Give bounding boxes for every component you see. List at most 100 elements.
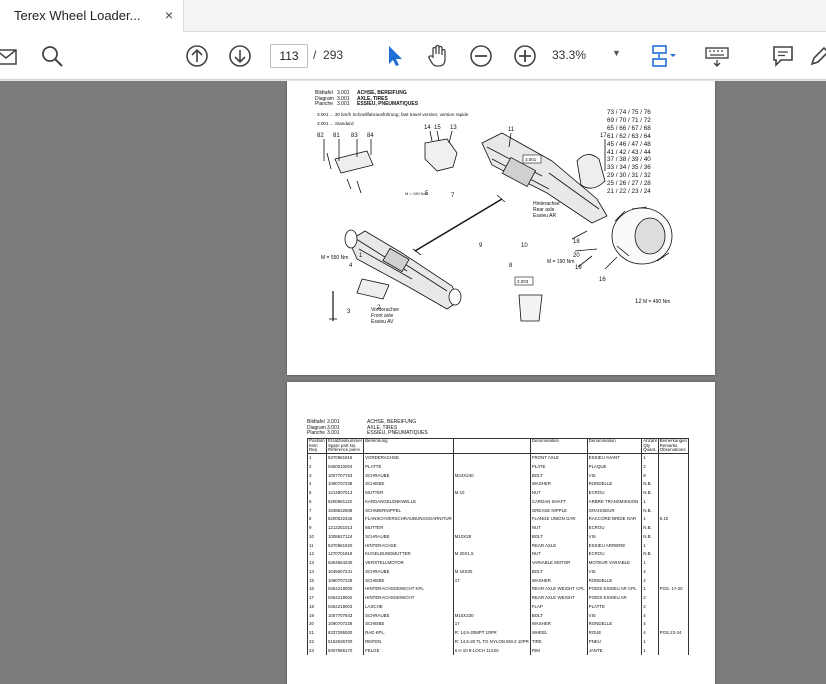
- table-cell: [452, 524, 531, 533]
- table-cell: 9: [307, 524, 327, 533]
- table-cell: VIS: [586, 567, 643, 577]
- close-tab-icon[interactable]: ×: [160, 6, 178, 24]
- document-viewer[interactable]: Bildtafel 3.001 ACHSE, BEREIFUNG Diagram 3.…: [0, 81, 826, 684]
- table-cell: SCHRAUBE: [363, 611, 454, 621]
- table-cell: [657, 646, 690, 656]
- table-cell: POS. 17-20: [657, 585, 690, 594]
- table-cell: 0450010004: [325, 462, 365, 472]
- table-cell: [657, 550, 690, 559]
- table-cell: 8: [641, 471, 659, 481]
- col-qty: Anzahl Qty Quant.: [641, 438, 659, 454]
- next-page-icon[interactable]: [226, 42, 254, 70]
- table-cell: RONDELLE: [586, 576, 643, 586]
- table-cell: WASHER: [529, 576, 588, 586]
- document-tab[interactable]: Terex Wheel Loader... ×: [0, 0, 184, 32]
- table-cell: 5354664240: [325, 559, 365, 568]
- table-cell: 1270701918: [325, 550, 365, 559]
- mail-icon[interactable]: [0, 42, 22, 70]
- table-cell: 6337295000: [325, 629, 365, 638]
- callout-81: 81: [333, 133, 340, 139]
- table-cell: 1007707843: [325, 611, 365, 621]
- table-cell: MUTTER: [363, 524, 454, 533]
- table-cell: 1214907013: [325, 489, 365, 498]
- table-cell: MOTEUR VARIABLE: [586, 559, 643, 568]
- table-row: 19 1007707843 SCHRAUBE M16X230 BOLT VIS 4: [307, 611, 690, 621]
- table-cell: 4: [641, 629, 659, 638]
- table-cell: SCHMIERNIPPEL: [363, 506, 454, 516]
- table-cell: [657, 594, 690, 603]
- table-cell: ECROU: [586, 550, 643, 559]
- table-cell: [452, 462, 531, 472]
- table-cell: [657, 541, 690, 551]
- table-cell: WHEEL: [529, 629, 588, 638]
- parts-header: Bildtafel 3.001 ACHSE, BEREIFUNG Diagram3.…: [307, 419, 428, 437]
- table-cell: 2: [307, 462, 327, 472]
- zoom-level[interactable]: 33.3%: [552, 48, 586, 62]
- table-cell: 1090707238: [325, 480, 365, 489]
- table-cell: MUTTER: [363, 489, 454, 498]
- table-cell: M 10: [452, 489, 531, 498]
- select-cursor-icon[interactable]: [381, 42, 409, 70]
- table-cell: BOLT: [529, 567, 588, 577]
- table-cell: REAR AXLE: [529, 541, 588, 551]
- pen-icon[interactable]: [808, 42, 826, 70]
- hand-tool-icon[interactable]: [424, 42, 452, 70]
- table-cell: VIS: [586, 532, 643, 542]
- table-cell: VARIABLE MOTOR: [529, 559, 588, 568]
- table-cell: 13: [307, 559, 327, 568]
- page-layout-icon[interactable]: [648, 42, 676, 70]
- table-cell: BOLT: [529, 471, 588, 481]
- col-denomination-fr: Dénomination: [586, 438, 643, 454]
- zoom-out-icon[interactable]: [467, 42, 495, 70]
- callout-2003: 2.003: [517, 279, 529, 284]
- previous-page-icon[interactable]: [183, 42, 211, 70]
- comment-icon[interactable]: [769, 42, 797, 70]
- table-cell: 22: [307, 637, 327, 647]
- table-cell: PNEU: [586, 637, 643, 647]
- table-cell: [452, 453, 531, 463]
- zoom-dropdown-icon[interactable]: ▼: [612, 48, 621, 58]
- table-row: 17 0454219002 HINTERACHSGEWICHT REAR AXLE W…: [307, 594, 690, 603]
- table-cell: 11: [307, 541, 327, 551]
- table-cell: RAD KPL.: [363, 629, 454, 638]
- callout-19: 19: [575, 265, 582, 271]
- table-cell: 1: [641, 585, 659, 594]
- table-cell: [452, 585, 531, 594]
- callout-9: 9: [479, 243, 483, 249]
- table-row: 3 1007707763 SCHRAUBE M24X240 BOLT VIS 8: [307, 471, 690, 481]
- table-cell: SCHEIBE: [363, 620, 454, 629]
- table-cell: ESSIEU AVANT: [586, 453, 643, 463]
- search-icon[interactable]: [38, 42, 66, 70]
- table-cell: TIRE: [529, 637, 588, 647]
- document-tab-title: Terex Wheel Loader...: [14, 8, 141, 23]
- table-cell: N.B.: [641, 550, 659, 559]
- table-cell: 1: [641, 497, 659, 507]
- table-cell: HINTERACHSGEWICHT: [363, 594, 454, 603]
- table-cell: ROUE: [586, 629, 643, 638]
- table-cell: 1: [641, 541, 659, 551]
- zoom-in-icon[interactable]: [511, 42, 539, 70]
- exploded-diagram: 82 81 83 84 14 15 13 11 17 5 7 8 9 10 18…: [317, 125, 673, 325]
- table-row: 12 1270701918 KUGELBUNDMUTTER M 20X1,5 NUT EC…: [307, 550, 690, 559]
- table-cell: M24X240: [452, 471, 531, 481]
- table-cell: 4: [641, 567, 659, 577]
- table-cell: NUT: [529, 550, 588, 559]
- table-cell: PLATTE: [586, 602, 643, 612]
- parts-table: Position Item Rep. Ersatzteilnummer Spar…: [307, 438, 690, 656]
- table-cell: M 16X30: [452, 567, 531, 577]
- callout-4: 4: [349, 263, 353, 269]
- callout-84: 84: [367, 133, 374, 139]
- page-number-input[interactable]: 113: [270, 44, 308, 68]
- table-cell: PLATTE: [363, 462, 454, 472]
- front-axle-label-fr: Essieu AV: [371, 319, 394, 325]
- table-cell: 1: [307, 453, 327, 463]
- table-cell: [657, 567, 690, 577]
- table-cell: 23: [307, 646, 327, 656]
- table-row: 22 5152636700 REIFEN R: 14,5-20 TL TG NYLON…: [307, 637, 690, 647]
- col-part-number: Ersatzteilnummer Spare part No. Référenc…: [325, 438, 365, 454]
- table-cell: POIDS ESSIEU AR CPL: [586, 585, 643, 594]
- keyboard-icon[interactable]: [703, 42, 731, 70]
- table-cell: [452, 594, 531, 603]
- table-cell: [657, 576, 690, 586]
- table-cell: 5152636700: [325, 637, 365, 647]
